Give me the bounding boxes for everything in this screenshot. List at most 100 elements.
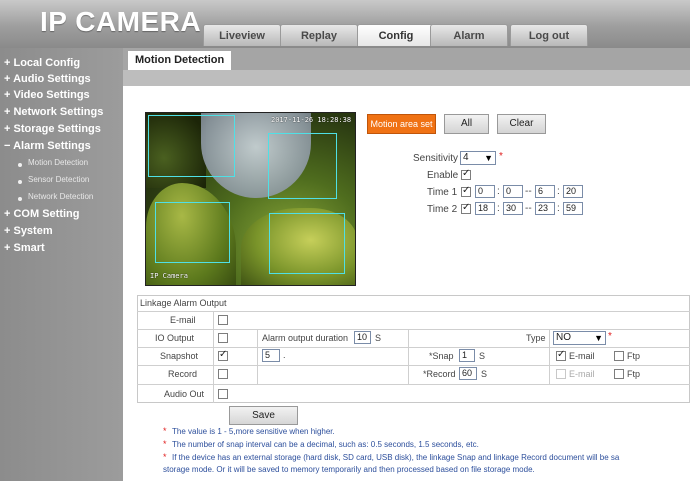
sidebar-subitem-motion-detection[interactable]: Motion Detection bbox=[28, 158, 88, 167]
sensitivity-select[interactable]: 4 ▼ bbox=[460, 151, 496, 165]
audio-out-label: Audio Out bbox=[164, 389, 205, 399]
table-divider bbox=[137, 365, 690, 366]
note-marker: * bbox=[163, 426, 167, 436]
sidebar-item-alarm[interactable]: − Alarm Settings bbox=[4, 140, 91, 152]
table-divider bbox=[137, 311, 690, 312]
chevron-down-icon: ▼ bbox=[484, 153, 493, 163]
sidebar-item-smart[interactable]: + Smart bbox=[4, 242, 45, 254]
record-label: Record bbox=[168, 369, 198, 379]
table-divider bbox=[257, 329, 258, 384]
tab-logout[interactable]: Log out bbox=[510, 24, 588, 46]
time-range-separator: -- bbox=[525, 203, 532, 214]
snapshot-count-input[interactable]: 5 bbox=[262, 349, 280, 362]
table-divider bbox=[408, 329, 409, 384]
camera-label: IP Camera bbox=[150, 272, 188, 280]
content-sub-band bbox=[123, 70, 690, 86]
snap-interval-label: *Snap bbox=[429, 351, 454, 361]
time1-end-hour-input[interactable]: 6 bbox=[535, 185, 555, 198]
record-ftp-label: Ftp bbox=[627, 369, 641, 379]
sidebar-subitem-sensor-detection[interactable]: Sensor Detection bbox=[28, 175, 89, 184]
alarm-duration-input[interactable]: 10 bbox=[354, 331, 371, 344]
alarm-duration-label: Alarm output duration bbox=[262, 333, 349, 343]
sidebar-subitem-network-detection[interactable]: Network Detection bbox=[28, 192, 93, 201]
tab-config[interactable]: Config bbox=[357, 24, 435, 46]
time-separator: : bbox=[557, 203, 560, 214]
time2-start-minute-input[interactable]: 30 bbox=[503, 202, 523, 215]
motion-zone[interactable] bbox=[155, 202, 230, 263]
save-button[interactable]: Save bbox=[229, 406, 298, 425]
sensitivity-label: Sensitivity bbox=[413, 153, 459, 164]
table-divider bbox=[549, 329, 550, 384]
sidebar-item-local-config[interactable]: + Local Config bbox=[4, 57, 80, 69]
snapshot-ftp-checkbox[interactable] bbox=[614, 351, 624, 361]
snapshot-checkbox[interactable] bbox=[218, 349, 228, 361]
linkage-title: Linkage Alarm Output bbox=[140, 298, 227, 308]
time2-end-hour-input[interactable]: 23 bbox=[535, 202, 555, 215]
audio-out-checkbox[interactable] bbox=[218, 389, 228, 399]
sidebar-item-video[interactable]: + Video Settings bbox=[4, 89, 90, 101]
snap-interval-unit: S bbox=[479, 351, 486, 361]
sidebar-item-com[interactable]: + COM Setting bbox=[4, 208, 79, 220]
record-checkbox[interactable] bbox=[218, 369, 228, 379]
time1-start-hour-input[interactable]: 0 bbox=[475, 185, 495, 198]
tab-alarm[interactable]: Alarm bbox=[430, 24, 508, 46]
chevron-down-icon: ▼ bbox=[594, 333, 603, 343]
time-separator: : bbox=[557, 186, 560, 197]
time-range-separator: -- bbox=[525, 186, 532, 197]
motion-zone[interactable] bbox=[148, 115, 235, 177]
note-marker: * bbox=[163, 439, 167, 449]
email-row-label: E-mail bbox=[170, 315, 196, 325]
clear-button[interactable]: Clear bbox=[497, 114, 546, 134]
table-divider bbox=[137, 347, 690, 348]
record-ftp-checkbox[interactable] bbox=[614, 369, 624, 379]
sidebar-item-audio[interactable]: + Audio Settings bbox=[4, 73, 91, 85]
snapshot-ftp-label: Ftp bbox=[627, 351, 641, 361]
time1-end-minute-input[interactable]: 20 bbox=[563, 185, 583, 198]
time1-start-minute-input[interactable]: 0 bbox=[503, 185, 523, 198]
time2-label: Time 2 bbox=[427, 204, 458, 215]
type-select[interactable]: NO ▼ bbox=[553, 331, 606, 345]
io-output-checkbox[interactable] bbox=[218, 333, 228, 343]
snapshot-email-checkbox[interactable] bbox=[556, 349, 566, 361]
tab-liveview[interactable]: Liveview bbox=[203, 24, 281, 46]
sidebar-item-system[interactable]: + System bbox=[4, 225, 53, 237]
required-mark: * bbox=[499, 151, 503, 162]
time2-end-minute-input[interactable]: 59 bbox=[563, 202, 583, 215]
sidebar-item-network[interactable]: + Network Settings bbox=[4, 106, 103, 118]
snapshot-dot: . bbox=[283, 350, 286, 360]
io-output-label: IO Output bbox=[155, 333, 195, 343]
type-value: NO bbox=[556, 332, 571, 343]
select-all-button[interactable]: All bbox=[444, 114, 489, 134]
motion-area-set-button[interactable]: Motion area set bbox=[367, 114, 436, 134]
table-divider bbox=[137, 329, 690, 330]
enable-label: Enable bbox=[427, 170, 459, 181]
record-email-label: E-mail bbox=[569, 369, 595, 379]
sidebar-item-storage[interactable]: + Storage Settings bbox=[4, 123, 101, 135]
email-checkbox[interactable] bbox=[218, 315, 228, 325]
snap-interval-input[interactable]: 1 bbox=[459, 349, 475, 362]
app-root: IP CAMERA Liveview Replay Config Alarm L… bbox=[0, 0, 690, 481]
time1-label: Time 1 bbox=[427, 187, 458, 198]
motion-zone[interactable] bbox=[269, 213, 345, 274]
record-email-checkbox[interactable] bbox=[556, 369, 566, 379]
alarm-duration-unit: S bbox=[375, 333, 382, 343]
tab-replay[interactable]: Replay bbox=[280, 24, 358, 46]
snapshot-email-label: E-mail bbox=[569, 351, 595, 361]
record-duration-unit: S bbox=[481, 369, 488, 379]
required-mark: * bbox=[608, 331, 612, 342]
camera-timestamp: 2017-11-26 18:28:38 SUN bbox=[271, 116, 355, 124]
time-separator: : bbox=[497, 203, 500, 214]
motion-zone[interactable] bbox=[268, 133, 337, 199]
note-snap-interval: The number of snap interval can be a dec… bbox=[172, 440, 479, 449]
note-sensitivity: The value is 1 - 5,more sensitive when h… bbox=[172, 427, 335, 436]
record-duration-input[interactable]: 60 bbox=[459, 367, 477, 380]
sensitivity-value: 4 bbox=[463, 152, 469, 163]
sidebar: + Local Config + Audio Settings + Video … bbox=[0, 48, 123, 481]
time1-checkbox[interactable] bbox=[461, 185, 471, 197]
camera-preview[interactable]: 2017-11-26 18:28:38 SUN IP Camera bbox=[145, 112, 356, 286]
time2-start-hour-input[interactable]: 18 bbox=[475, 202, 495, 215]
table-divider bbox=[213, 311, 214, 403]
time2-checkbox[interactable] bbox=[461, 202, 471, 214]
enable-checkbox[interactable] bbox=[461, 168, 471, 180]
page-title: Motion Detection bbox=[128, 51, 232, 70]
